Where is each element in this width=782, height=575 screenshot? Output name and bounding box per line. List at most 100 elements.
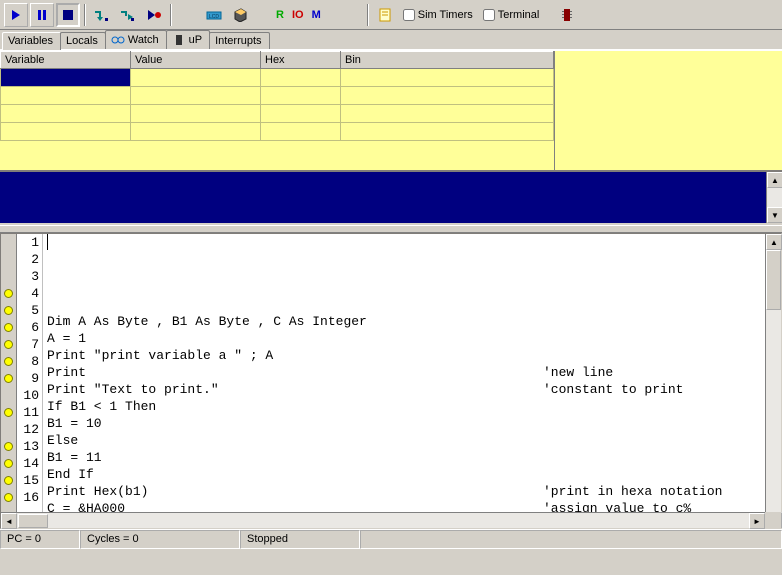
table-cell[interactable] — [1, 105, 131, 123]
breakpoint-marker[interactable] — [1, 489, 16, 506]
code-line[interactable]: A = 1 — [43, 330, 765, 347]
code-line[interactable]: Print "Text to print."'constant to print — [43, 381, 765, 398]
code-line[interactable]: Dim A As Byte , B1 As Byte , C As Intege… — [43, 313, 765, 330]
step-into-button[interactable] — [90, 3, 114, 27]
breakpoint-marker[interactable] — [1, 353, 16, 370]
table-cell[interactable] — [261, 105, 341, 123]
table-cell[interactable] — [341, 87, 554, 105]
tab-up[interactable]: uP — [166, 30, 210, 49]
col-bin[interactable]: Bin — [341, 52, 554, 69]
code-line[interactable]: Else — [43, 432, 765, 449]
stop-button[interactable] — [56, 3, 80, 27]
tab-interrupts[interactable]: Interrupts — [209, 32, 269, 49]
sim-timers-input[interactable] — [403, 9, 415, 21]
notes-button[interactable] — [373, 3, 397, 27]
glasses-icon — [111, 33, 125, 47]
breakpoint-marker[interactable] — [1, 285, 16, 302]
pause-button[interactable] — [30, 3, 54, 27]
breakpoint-gutter[interactable] — [1, 234, 17, 528]
breakpoint-marker[interactable] — [1, 336, 16, 353]
lcd-button[interactable]: LCD — [202, 3, 226, 27]
table-cell[interactable] — [131, 105, 261, 123]
col-variable[interactable]: Variable — [1, 52, 131, 69]
breakpoint-marker[interactable] — [1, 268, 16, 285]
code-line[interactable]: End If — [43, 466, 765, 483]
table-cell[interactable] — [1, 123, 131, 141]
table-cell[interactable] — [131, 123, 261, 141]
code-text[interactable]: Dim A As Byte , B1 As Byte , C As Intege… — [43, 234, 765, 528]
code-hscrollbar[interactable]: ◄ ► — [1, 512, 765, 528]
breakpoint-marker[interactable] — [1, 387, 16, 404]
tab-watch[interactable]: Watch — [105, 30, 167, 49]
tab-locals[interactable]: Locals — [60, 32, 106, 49]
scroll-thumb[interactable] — [766, 250, 781, 310]
scroll-up-button[interactable]: ▲ — [767, 172, 782, 188]
code-line[interactable]: B1 = 10 — [43, 415, 765, 432]
scroll-left-button[interactable]: ◄ — [1, 513, 17, 529]
table-cell[interactable] — [261, 69, 341, 87]
code-line[interactable]: Print'new line — [43, 364, 765, 381]
table-row[interactable] — [1, 105, 554, 123]
scroll-track[interactable] — [766, 250, 781, 512]
step-over-button[interactable] — [116, 3, 140, 27]
breakpoint-marker[interactable] — [1, 404, 16, 421]
tab-variables[interactable]: Variables — [2, 32, 61, 50]
line-number: 4 — [17, 285, 39, 302]
terminal-checkbox[interactable]: Terminal — [483, 9, 540, 21]
table-cell[interactable] — [1, 69, 131, 87]
breakpoint-marker[interactable] — [1, 251, 16, 268]
code-editor[interactable]: 12345678910111213141516 Dim A As Byte , … — [0, 233, 782, 529]
table-row[interactable] — [1, 87, 554, 105]
table-row[interactable] — [1, 69, 554, 87]
table-cell[interactable] — [131, 69, 261, 87]
table-cell[interactable] — [341, 105, 554, 123]
scroll-track[interactable] — [767, 188, 782, 207]
sim-timers-checkbox[interactable]: Sim Timers — [403, 9, 473, 21]
memory-button[interactable] — [228, 3, 252, 27]
table-cell[interactable] — [1, 87, 131, 105]
code-vscrollbar[interactable]: ▲ ▼ — [765, 234, 781, 528]
breakpoint-marker[interactable] — [1, 472, 16, 489]
breakpoint-marker[interactable] — [1, 319, 16, 336]
code-line[interactable]: B1 = 11 — [43, 449, 765, 466]
vscrollbar[interactable]: ▲ ▼ — [766, 172, 782, 223]
run-button[interactable] — [4, 3, 28, 27]
code-comment: 'new line — [543, 364, 613, 381]
scroll-thumb[interactable] — [18, 514, 48, 528]
col-value[interactable]: Value — [131, 52, 261, 69]
breakpoint-marker[interactable] — [1, 438, 16, 455]
run-to-button[interactable] — [142, 3, 166, 27]
terminal-input[interactable] — [483, 9, 495, 21]
breakpoint-marker[interactable] — [1, 421, 16, 438]
breakpoint-marker[interactable] — [1, 234, 16, 251]
breakpoint-marker[interactable] — [1, 370, 16, 387]
code-line[interactable]: Print Hex(b1)'print in hexa notation — [43, 483, 765, 500]
breakpoint-marker[interactable] — [1, 455, 16, 472]
splitter[interactable] — [0, 225, 782, 233]
table-cell[interactable] — [341, 123, 554, 141]
table-cell[interactable] — [341, 69, 554, 87]
code-comment: 'constant to print — [543, 381, 683, 398]
code-line[interactable] — [43, 279, 765, 296]
chip-button[interactable] — [555, 3, 579, 27]
code-line[interactable] — [43, 296, 765, 313]
scroll-up-button[interactable]: ▲ — [766, 234, 782, 250]
code-content: End If — [43, 466, 543, 483]
variables-panel: Variable Value Hex Bin — [0, 50, 782, 170]
table-cell[interactable] — [261, 123, 341, 141]
panel-tabs: Variables Locals Watch uP Interrupts — [0, 30, 782, 50]
col-hex[interactable]: Hex — [261, 52, 341, 69]
scroll-track[interactable] — [17, 513, 749, 528]
r-indicator: R — [276, 9, 284, 21]
tab-label: Variables — [8, 35, 53, 47]
table-cell[interactable] — [131, 87, 261, 105]
scroll-down-button[interactable]: ▼ — [767, 207, 782, 223]
scroll-right-button[interactable]: ► — [749, 513, 765, 529]
code-content — [43, 296, 543, 313]
code-line[interactable]: If B1 < 1 Then — [43, 398, 765, 415]
code-line[interactable]: Print "print variable a " ; A — [43, 347, 765, 364]
table-row[interactable] — [1, 123, 554, 141]
table-cell[interactable] — [261, 87, 341, 105]
breakpoint-marker[interactable] — [1, 302, 16, 319]
variables-table[interactable]: Variable Value Hex Bin — [0, 51, 555, 170]
